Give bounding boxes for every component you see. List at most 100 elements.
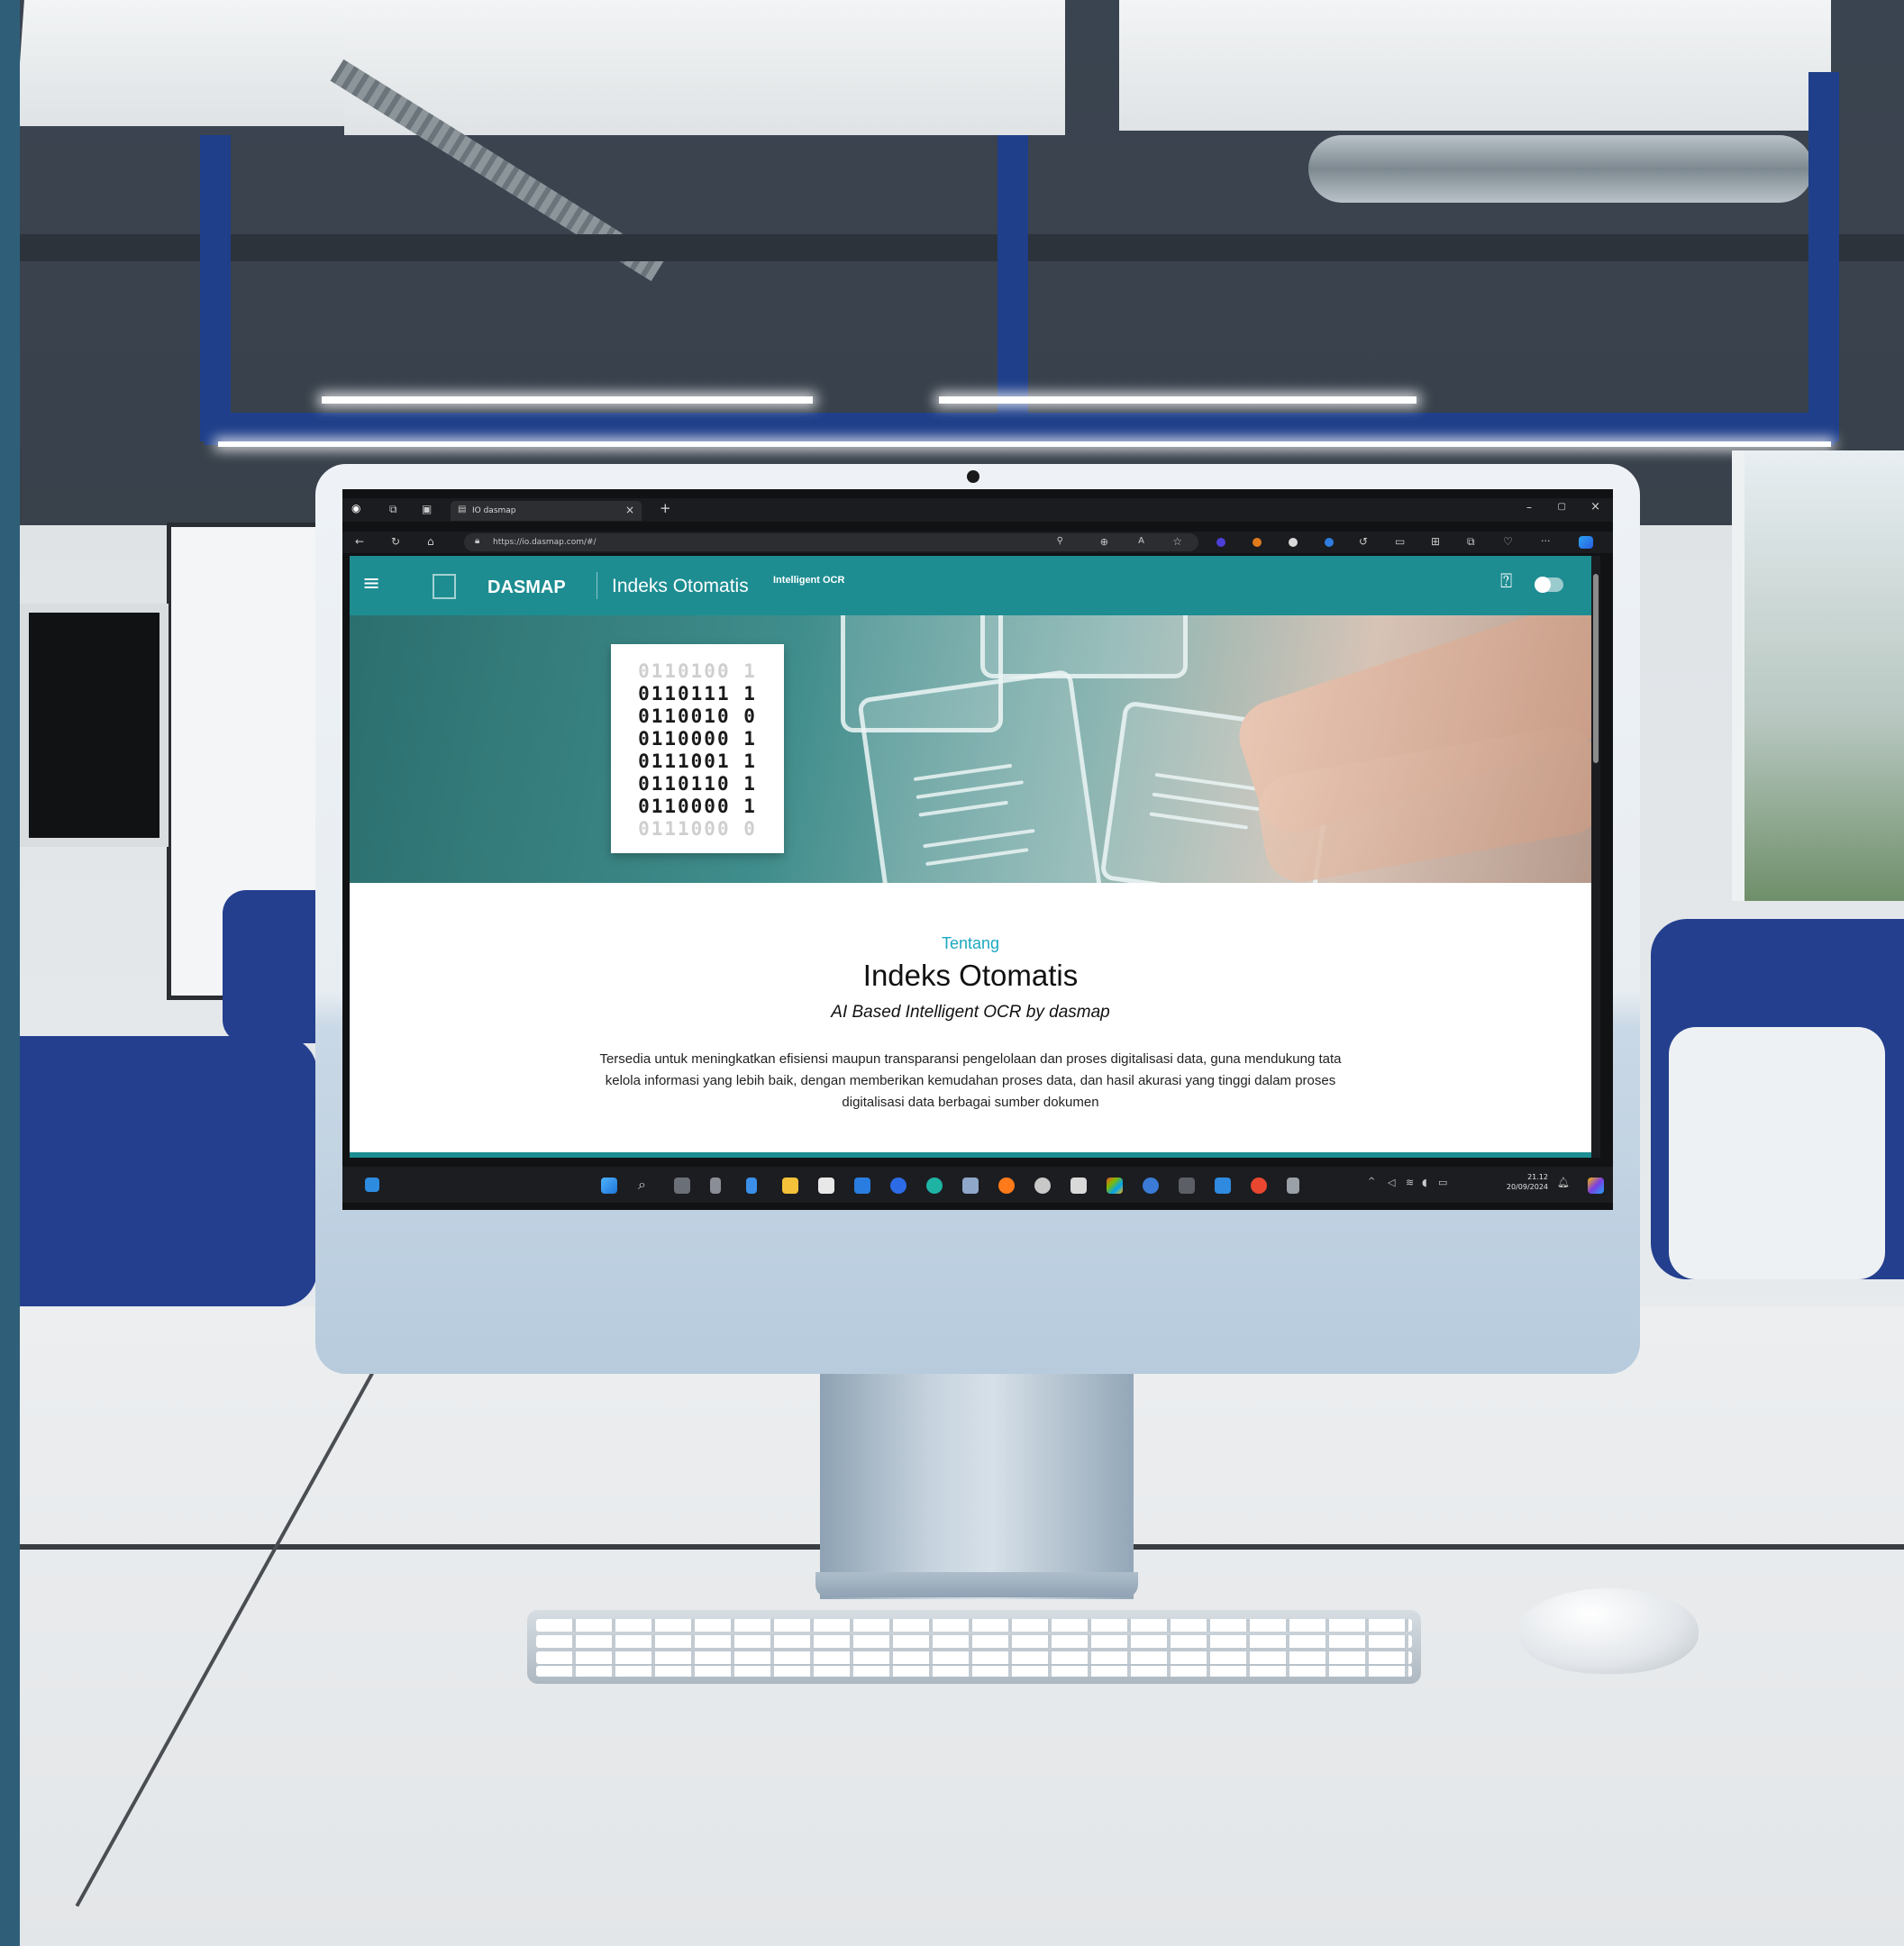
extension-icon[interactable] <box>1253 538 1262 547</box>
favorites-icon[interactable]: ⊞ <box>1431 536 1440 547</box>
terminal-icon[interactable] <box>1179 1178 1195 1194</box>
copilot-taskbar-icon[interactable] <box>1588 1178 1604 1194</box>
section-subheading: AI Based Intelligent OCR by dasmap <box>831 1003 1110 1022</box>
favicon-icon: ▤ <box>458 505 467 514</box>
notification-bell-icon[interactable]: 🔔︎ <box>1557 1178 1570 1187</box>
battery-icon[interactable]: ▭ <box>1438 1178 1447 1187</box>
app-badge: Intelligent OCR <box>773 575 845 586</box>
blue-beam <box>998 135 1028 432</box>
maximize-button[interactable]: ▢ <box>1558 502 1566 512</box>
home-icon[interactable]: ⌂ <box>427 536 434 547</box>
binary-row: 0111000 0 <box>638 818 757 840</box>
edge-icon[interactable] <box>926 1178 943 1194</box>
profile-icon[interactable]: ◉ <box>351 503 360 514</box>
search-icon[interactable]: ⌕ <box>638 1178 646 1192</box>
air-duct <box>1308 135 1813 203</box>
ceiling-light <box>939 396 1417 404</box>
hamburger-menu-icon[interactable]: ≡ <box>362 572 380 594</box>
document-illustration <box>980 615 1188 678</box>
task-view-icon[interactable] <box>674 1178 690 1194</box>
wifi-icon[interactable]: ≋ <box>1406 1178 1414 1187</box>
app-icon[interactable] <box>746 1178 757 1194</box>
chair-back <box>1669 1027 1885 1279</box>
theme-toggle[interactable] <box>1535 577 1563 593</box>
read-aloud-icon[interactable]: A <box>1138 537 1144 546</box>
tab-actions-icon[interactable]: ▣ <box>422 504 432 514</box>
app-icon[interactable] <box>710 1178 721 1194</box>
blue-beam <box>200 135 231 441</box>
app-icon[interactable] <box>1251 1178 1267 1194</box>
app-icon[interactable] <box>1107 1178 1123 1194</box>
document-illustration <box>857 668 1104 883</box>
clock-time: 21.12 <box>1527 1173 1548 1181</box>
dasmap-logo-icon <box>433 574 456 599</box>
tray-overflow-icon[interactable]: ^ <box>1368 1178 1375 1187</box>
extension-icon[interactable] <box>1216 538 1225 547</box>
workspaces-icon[interactable]: ⧉ <box>389 504 397 514</box>
doc-line <box>918 800 1008 817</box>
zoom-icon[interactable]: ⊕ <box>1100 537 1108 547</box>
scrollbar-thumb[interactable] <box>1593 574 1599 763</box>
ceiling-pipe <box>20 234 1904 261</box>
help-search-icon[interactable]: ⍰ <box>1500 572 1512 592</box>
app-icon[interactable] <box>818 1178 834 1194</box>
app-icon[interactable] <box>1287 1178 1299 1194</box>
ceiling-panel <box>20 0 394 126</box>
app-icon[interactable] <box>1215 1178 1231 1194</box>
more-menu-button[interactable]: ··· <box>1541 535 1551 547</box>
app-icon[interactable] <box>1034 1178 1051 1194</box>
new-tab-button[interactable]: + <box>660 500 671 516</box>
favorite-star-icon[interactable]: ☆ <box>1172 536 1182 547</box>
clock[interactable]: 21.12 20/09/2024 <box>1507 1172 1548 1192</box>
footer-accent-bar <box>350 1152 1591 1158</box>
doc-line <box>925 848 1029 867</box>
ceiling-panel <box>1119 0 1831 131</box>
binary-row: 0110111 1 <box>638 683 757 705</box>
page-scrollbar[interactable] <box>1591 556 1600 1158</box>
monitor-stand-base <box>815 1572 1138 1597</box>
start-icon[interactable] <box>601 1178 617 1194</box>
refresh-icon[interactable]: ↻ <box>391 536 400 547</box>
keyboard[interactable] <box>527 1610 1421 1684</box>
binary-row: 0110110 1 <box>638 773 757 795</box>
sync-icon[interactable]: ↺ <box>1359 536 1368 547</box>
widgets-icon[interactable] <box>365 1178 379 1192</box>
app-title: Indeks Otomatis <box>612 576 749 596</box>
minimize-button[interactable]: – <box>1526 501 1532 514</box>
url-field[interactable]: 🔒︎ https://io.dasmap.com/#/ ⚲ ⊕ A ☆ <box>464 533 1198 551</box>
wall-monitor <box>20 604 169 847</box>
app-icon[interactable] <box>890 1178 906 1194</box>
browser-tab[interactable]: ▤ IO dasmap × <box>451 501 642 521</box>
key-row <box>536 1619 1412 1632</box>
key-row <box>536 1666 1412 1677</box>
webcam <box>967 470 979 483</box>
firefox-icon[interactable] <box>998 1178 1015 1194</box>
volume-icon[interactable]: ◖ <box>1422 1178 1427 1187</box>
file-explorer-icon[interactable] <box>782 1178 798 1194</box>
copilot-icon[interactable] <box>1579 536 1593 549</box>
extension-icon[interactable] <box>1325 538 1334 547</box>
binary-row: 0110100 1 <box>638 660 757 682</box>
doc-line <box>916 780 1024 799</box>
location-icon[interactable]: ⚲ <box>1057 537 1063 546</box>
app-icon[interactable] <box>1143 1178 1159 1194</box>
browser-essentials-icon[interactable]: ♡ <box>1503 536 1513 547</box>
mouse[interactable] <box>1518 1588 1699 1674</box>
browser-address-bar: ← ↻ ⌂ 🔒︎ https://io.dasmap.com/#/ ⚲ ⊕ A … <box>342 532 1613 553</box>
description-line: kelola informasi yang lebih baik, dengan… <box>605 1073 1336 1088</box>
collections-icon[interactable]: ⧉ <box>1467 536 1475 547</box>
browser-tab-bar: ◉ ⧉ ▣ ▤ IO dasmap × + – ▢ × <box>342 498 1613 522</box>
close-window-button[interactable]: × <box>1590 500 1600 514</box>
back-icon[interactable]: ← <box>355 536 364 547</box>
extension-icon[interactable] <box>1289 538 1298 547</box>
doc-line <box>923 828 1035 849</box>
app-icon[interactable] <box>854 1178 870 1194</box>
split-screen-icon[interactable]: ▭ <box>1395 536 1405 547</box>
brand-name[interactable]: DASMAP <box>487 577 566 598</box>
app-icon[interactable] <box>1070 1178 1087 1194</box>
tab-title: IO dasmap <box>472 506 516 515</box>
location-arrow-icon[interactable]: ◁ <box>1388 1178 1395 1187</box>
tab-close-button[interactable]: × <box>625 504 634 516</box>
app-icon[interactable] <box>962 1178 979 1194</box>
url-text: https://io.dasmap.com/#/ <box>493 538 597 547</box>
